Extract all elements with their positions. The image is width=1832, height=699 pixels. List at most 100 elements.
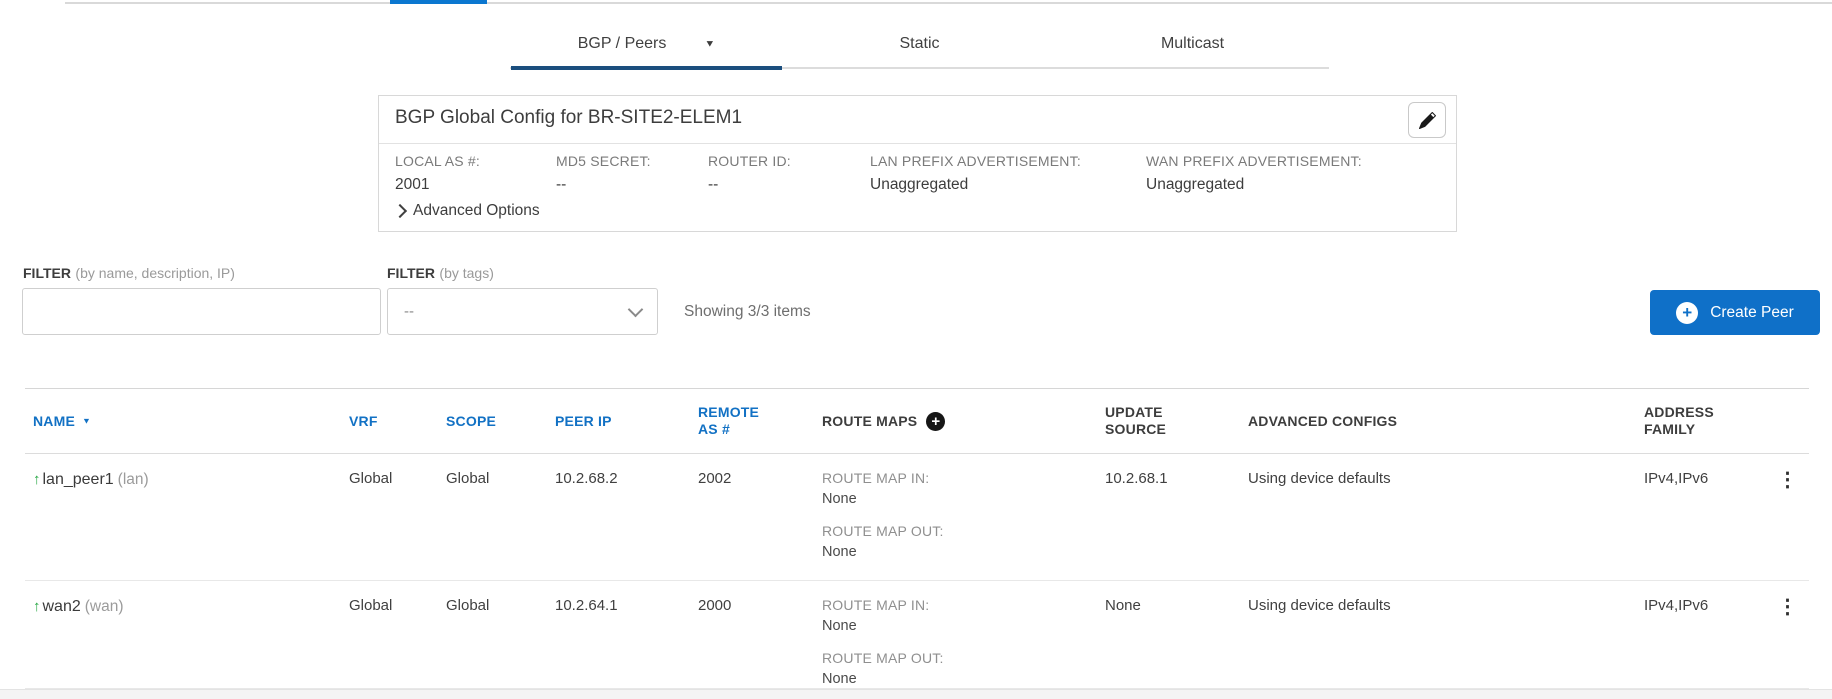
tag-filter-selected-value: -- (404, 303, 414, 320)
table-row: ↑ wan2 (wan) Global Global 10.2.64.1 2000 … (25, 581, 1809, 690)
column-header-route-maps: ROUTE MAPS + (822, 389, 1105, 453)
column-header-update-source: UPDATE SOURCE (1105, 389, 1248, 453)
card-title: BGP Global Config for BR-SITE2-ELEM1 (395, 107, 743, 128)
route-map-out-label: ROUTE MAP OUT: (822, 523, 944, 540)
field-label: LOCAL AS #: (395, 153, 480, 169)
peer-name[interactable]: lan_peer1 (43, 471, 114, 488)
peer-name-cell: ↑ wan2 (wan) (25, 597, 349, 688)
remote-as-cell: 2002 (698, 470, 732, 487)
tag-filter-label: FILTER (by tags) (387, 265, 494, 283)
routing-tabbar: BGP / Peers ▼ Static Multicast (510, 20, 1329, 70)
column-header-advanced-configs: ADVANCED CONFIGS (1248, 389, 1644, 453)
field-label: ROUTER ID: (708, 153, 791, 169)
peer-name-cell: ↑ lan_peer1 (lan) (25, 470, 349, 580)
name-filter-input[interactable] (22, 288, 381, 335)
update-source-cell: 10.2.68.1 (1105, 470, 1168, 487)
route-maps-cell: ROUTE MAP IN: None ROUTE MAP OUT: None (822, 597, 1105, 688)
field-value: Unaggregated (870, 176, 969, 193)
route-map-in-label: ROUTE MAP IN: (822, 470, 930, 486)
route-map-in: ROUTE MAP IN: None (822, 597, 1097, 635)
advanced-configs-cell: Using device defaults (1248, 470, 1391, 487)
table-row: ↑ lan_peer1 (lan) Global Global 10.2.68.2 … (25, 454, 1809, 581)
column-header-label: ROUTE MAPS (822, 413, 918, 429)
column-header-label: REMOTE AS # (698, 403, 760, 438)
field-label: MD5 SECRET: (556, 153, 651, 169)
advanced-options-toggle[interactable]: Advanced Options (392, 202, 540, 220)
active-tab-underline (511, 66, 782, 70)
column-header-label: ADDRESS FAMILY (1644, 403, 1714, 438)
column-header-vrf[interactable]: VRF (349, 389, 446, 453)
bottom-scroll-strip[interactable] (0, 689, 1832, 699)
route-map-out-value: None (822, 543, 857, 560)
tab-multicast[interactable]: Multicast (1056, 20, 1329, 67)
top-divider (65, 2, 1832, 4)
column-header-label: UPDATE SOURCE (1105, 403, 1167, 438)
field-label: WAN PREFIX ADVERTISEMENT: (1146, 153, 1362, 169)
showing-items-count: Showing 3/3 items (684, 303, 811, 320)
remote-as-cell: 2000 (698, 597, 732, 614)
row-actions-cell: ⋮ (1775, 597, 1809, 688)
pencil-icon (1418, 111, 1436, 129)
card-divider (379, 143, 1456, 144)
sort-desc-icon: ▼ (82, 416, 92, 426)
field-value: 2001 (395, 176, 430, 193)
route-maps-cell: ROUTE MAP IN: None ROUTE MAP OUT: None (822, 470, 1105, 580)
update-source-cell: None (1105, 597, 1141, 614)
chevron-down-icon (627, 301, 644, 318)
create-peer-button[interactable]: + Create Peer (1650, 290, 1820, 335)
peer-ip-cell: 10.2.68.2 (555, 470, 618, 487)
plus-circle-icon: + (1676, 301, 1699, 324)
column-header-peer-ip[interactable]: PEER IP (555, 389, 698, 453)
chevron-down-icon[interactable]: ▼ (704, 38, 715, 48)
bgp-global-config-card: BGP Global Config for BR-SITE2-ELEM1 LOC… (378, 95, 1457, 232)
route-map-out-label: ROUTE MAP OUT: (822, 650, 944, 667)
tag-filter-select[interactable]: -- (387, 288, 658, 335)
route-map-in: ROUTE MAP IN: None (822, 470, 1097, 508)
column-header-address-family: ADDRESS FAMILY (1644, 389, 1775, 453)
filter-hint-text: (by name, description, IP) (75, 265, 235, 281)
column-header-label: ADVANCED CONFIGS (1248, 413, 1398, 429)
field-value: -- (556, 176, 567, 193)
route-map-out: ROUTE MAP OUT: None (822, 650, 1097, 688)
column-header-label: PEER IP (555, 413, 612, 429)
column-header-scope[interactable]: SCOPE (446, 389, 555, 453)
name-filter-label: FILTER (by name, description, IP) (23, 265, 235, 283)
add-route-map-icon[interactable]: + (926, 411, 946, 431)
filter-label-text: FILTER (23, 265, 71, 281)
kebab-menu-icon[interactable]: ⋮ (1775, 597, 1801, 617)
route-map-in-label: ROUTE MAP IN: (822, 597, 930, 613)
field-value: -- (708, 176, 719, 193)
field-router-id: ROUTER ID: -- (708, 154, 791, 193)
peer-name[interactable]: wan2 (43, 598, 81, 615)
field-value: Unaggregated (1146, 176, 1245, 193)
field-local-as: LOCAL AS #: 2001 (395, 154, 480, 193)
vrf-cell: Global (349, 470, 393, 487)
advanced-configs-cell: Using device defaults (1248, 597, 1391, 614)
create-peer-button-label: Create Peer (1710, 303, 1794, 321)
route-map-out-value: None (822, 670, 857, 687)
arrow-up-icon: ↑ (33, 598, 41, 615)
bgp-peers-table: NAME ▼ VRF SCOPE PEER IP REMOTE AS # ROU… (25, 388, 1809, 690)
address-family-cell: IPv4,IPv6 (1644, 597, 1709, 614)
column-header-remote-as[interactable]: REMOTE AS # (698, 389, 822, 453)
kebab-menu-icon[interactable]: ⋮ (1775, 470, 1801, 490)
route-map-out: ROUTE MAP OUT: None (822, 523, 1097, 561)
address-family-cell: IPv4,IPv6 (1644, 470, 1709, 487)
tab-static-label: Static (899, 34, 940, 52)
parent-tab-active-indicator (390, 0, 487, 4)
field-wan-prefix-advertisement: WAN PREFIX ADVERTISEMENT: Unaggregated (1146, 154, 1362, 193)
tab-bgp-peers[interactable]: BGP / Peers ▼ (510, 20, 783, 70)
peer-name-suffix: (wan) (84, 598, 124, 615)
column-header-name[interactable]: NAME ▼ (25, 389, 349, 453)
peer-ip-cell: 10.2.64.1 (555, 597, 618, 614)
filter-label-text: FILTER (387, 265, 435, 281)
chevron-right-icon (392, 203, 408, 219)
advanced-options-label: Advanced Options (413, 202, 540, 219)
column-header-label: SCOPE (446, 413, 497, 429)
column-header-actions (1775, 389, 1809, 453)
tab-static[interactable]: Static (783, 20, 1056, 67)
tab-bgp-peers-label: BGP / Peers (577, 34, 667, 52)
filter-hint-text: (by tags) (439, 265, 494, 281)
edit-config-button[interactable] (1408, 102, 1446, 138)
field-md5-secret: MD5 SECRET: -- (556, 154, 651, 193)
